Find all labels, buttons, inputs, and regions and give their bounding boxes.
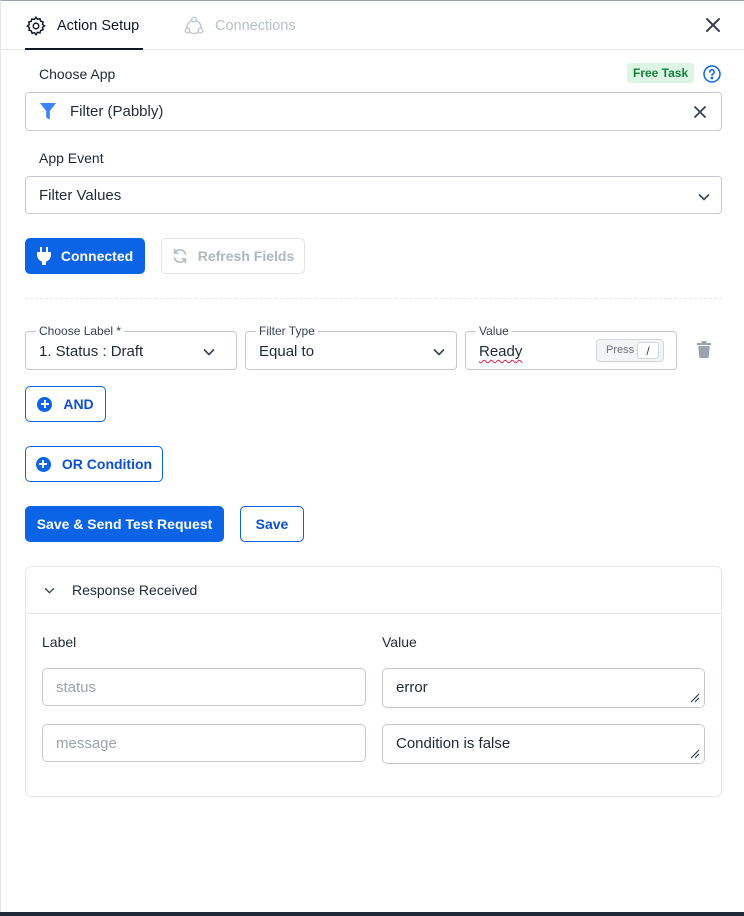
app-event-value: Filter Values [39,187,122,204]
or-condition-label: OR Condition [61,456,153,472]
slash-key: / [637,342,659,359]
filter-funnel-icon [40,103,56,120]
tab-connections[interactable]: Connections [183,1,296,50]
response-title: Response Received [72,582,198,598]
free-task-badge: Free Task [627,63,695,83]
value-column-header: Value [382,634,417,650]
chevron-down-icon [698,193,710,201]
close-icon[interactable] [703,15,723,35]
resize-handle-icon[interactable] [690,749,700,759]
app-event-select[interactable]: Filter Values [25,176,722,214]
and-label: AND [63,396,94,412]
press-label: Press [606,344,635,356]
window-bottom-edge [0,912,744,916]
resize-handle-icon[interactable] [690,693,700,703]
filter-type-select[interactable]: Filter Type Equal to [245,324,457,370]
response-value-text: error [396,679,428,696]
chevron-down-icon [203,348,215,356]
trash-icon[interactable] [697,341,711,358]
refresh-fields-label: Refresh Fields [197,248,295,264]
response-label-text: message [56,735,117,752]
choose-label-legend: Choose Label * [36,324,125,338]
connected-label: Connected [60,248,134,264]
response-value-text: Condition is false [396,735,511,752]
tab-bar: Action Setup Connections [1,1,744,50]
choose-label-select[interactable]: Choose Label * 1. Status : Draft [25,324,237,370]
response-label-text: status [56,679,97,696]
save-send-test-button[interactable]: Save & Send Test Request [25,506,224,542]
clear-icon[interactable] [694,106,706,118]
response-label-field[interactable]: status [42,668,366,706]
save-label: Save [255,516,289,532]
save-send-label: Save & Send Test Request [36,516,213,532]
response-panel: Response Received Label Value status err… [25,566,722,797]
response-value-field[interactable]: error [382,668,705,708]
filter-type-legend: Filter Type [256,324,318,338]
label-column-header: Label [42,634,77,650]
value-legend: Value [476,324,512,338]
refresh-icon [173,248,186,264]
section-divider [25,298,722,299]
response-value-field[interactable]: Condition is false [382,724,705,764]
connected-button[interactable]: Connected [25,238,145,274]
choose-app-value: Filter (Pabbly) [70,103,164,120]
help-icon[interactable] [703,65,721,83]
tab-action-setup-label: Action Setup [57,17,140,34]
value-input-text: Ready [479,343,523,360]
tab-action-setup[interactable]: Action Setup [25,1,143,50]
filter-type-value: Equal to [259,343,315,360]
tab-connections-label: Connections [215,17,296,34]
response-label-field[interactable]: message [42,724,366,762]
plus-circle-icon [35,456,51,472]
choose-label-value: 1. Status : Draft [39,343,144,360]
plus-circle-icon [37,396,53,412]
app-event-label: App Event [39,150,104,166]
save-button[interactable]: Save [240,506,304,542]
connections-icon [184,16,204,34]
choose-app-select[interactable]: Filter (Pabbly) [25,92,722,131]
refresh-fields-button[interactable]: Refresh Fields [161,238,305,274]
insert-hint: Press / [596,339,664,362]
choose-app-label: Choose App [39,66,116,82]
or-condition-button[interactable]: OR Condition [25,446,163,482]
response-header[interactable]: Response Received [26,567,721,614]
and-button[interactable]: AND [25,386,106,422]
gear-icon [26,15,46,36]
chevron-down-icon [433,348,445,356]
chevron-down-icon[interactable] [44,587,55,594]
plug-icon [36,247,51,265]
action-setup-panel: Action Setup Connections Choose App Free… [0,0,744,916]
